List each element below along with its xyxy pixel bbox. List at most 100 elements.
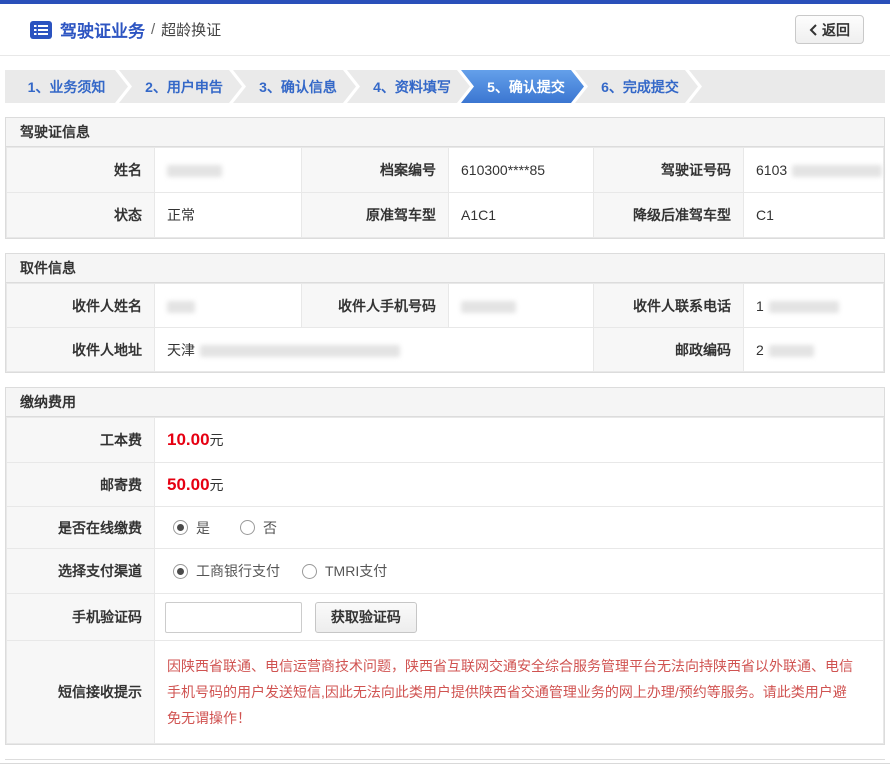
table-row: 收件人地址 天津 邮政编码 2 bbox=[7, 328, 884, 372]
postage-fee-value: 50.00元 bbox=[155, 463, 884, 507]
recipient-mobile-label: 收件人手机号码 bbox=[302, 284, 449, 328]
step-6-finish: 6、完成提交 bbox=[575, 70, 698, 103]
redacted-blur bbox=[200, 345, 400, 357]
section-pickup-info: 取件信息 收件人姓名 收件人手机号码 收件人联系电话 1 收件人地址 天津 邮政… bbox=[5, 253, 885, 373]
table-row: 收件人姓名 收件人手机号码 收件人联系电话 1 bbox=[7, 284, 884, 328]
pay-channel-options: 工商银行支付 TMRI支付 bbox=[155, 549, 884, 594]
postage-fee-amount: 50.00 bbox=[167, 475, 210, 494]
pay-channel-label: 选择支付渠道 bbox=[7, 549, 155, 594]
sms-notice-text: 因陕西省联通、电信运营商技术问题，陕西省互联网交通安全综合服务管理平台无法向持陕… bbox=[167, 647, 871, 737]
cost-fee-value: 10.00元 bbox=[155, 418, 884, 463]
name-label: 姓名 bbox=[7, 148, 155, 193]
down-class-value: C1 bbox=[744, 193, 884, 238]
breadcrumb-current: 超龄换证 bbox=[161, 19, 221, 40]
footer-actions: 上一步 完成 bbox=[0, 760, 890, 769]
table-row: 选择支付渠道 工商银行支付 TMRI支付 bbox=[7, 549, 884, 594]
step-label: 1、业务须知 bbox=[28, 77, 106, 97]
step-label: 4、资料填写 bbox=[373, 77, 451, 97]
channel-icbc-label[interactable]: 工商银行支付 bbox=[196, 561, 280, 581]
online-pay-yes-label[interactable]: 是 bbox=[196, 518, 210, 538]
status-label: 状态 bbox=[7, 193, 155, 238]
table-row: 短信接收提示 因陕西省联通、电信运营商技术问题，陕西省互联网交通安全综合服务管理… bbox=[7, 641, 884, 744]
back-button-label: 返回 bbox=[822, 20, 850, 40]
step-2-declaration: 2、用户申告 bbox=[119, 70, 242, 103]
channel-icbc-radio[interactable] bbox=[173, 564, 188, 579]
step-1-notice: 1、业务须知 bbox=[5, 70, 128, 103]
get-sms-code-button[interactable]: 获取验证码 bbox=[315, 602, 417, 633]
section-title: 驾驶证信息 bbox=[6, 118, 884, 147]
postcode-prefix: 2 bbox=[756, 342, 764, 358]
back-button[interactable]: 返回 bbox=[795, 15, 864, 44]
breadcrumb-separator: / bbox=[151, 21, 155, 38]
step-wizard: 1、业务须知 2、用户申告 3、确认信息 4、资料填写 5、确认提交 6、完成提… bbox=[5, 70, 885, 103]
step-5-confirm-submit: 5、确认提交 bbox=[461, 70, 584, 103]
recipient-name-label: 收件人姓名 bbox=[7, 284, 155, 328]
address-prefix: 天津 bbox=[167, 342, 195, 358]
redacted-blur bbox=[792, 165, 882, 177]
step-3-confirm-info: 3、确认信息 bbox=[233, 70, 356, 103]
table-row: 姓名 档案编号 610300****85 驾驶证号码 6103 bbox=[7, 148, 884, 193]
page-bottom-border bbox=[0, 763, 890, 764]
recipient-name-value bbox=[155, 284, 302, 328]
name-value bbox=[155, 148, 302, 193]
channel-tmri-radio[interactable] bbox=[302, 564, 317, 579]
file-no-label: 档案编号 bbox=[302, 148, 449, 193]
file-no-value: 610300****85 bbox=[449, 148, 594, 193]
page-title: 驾驶证业务 bbox=[60, 17, 145, 42]
online-pay-options: 是 否 bbox=[155, 507, 884, 549]
step-label: 2、用户申告 bbox=[145, 77, 223, 97]
redacted-blur bbox=[167, 165, 222, 177]
redacted-blur bbox=[769, 301, 839, 313]
postcode-value: 2 bbox=[744, 328, 884, 372]
postage-fee-unit: 元 bbox=[210, 477, 224, 493]
step-label: 6、完成提交 bbox=[601, 77, 679, 97]
postage-fee-label: 邮寄费 bbox=[7, 463, 155, 507]
license-info-table: 姓名 档案编号 610300****85 驾驶证号码 6103 状态 正常 原准… bbox=[6, 147, 884, 238]
cost-fee-unit: 元 bbox=[210, 432, 224, 448]
sms-notice-label: 短信接收提示 bbox=[7, 641, 155, 744]
fees-table: 工本费 10.00元 邮寄费 50.00元 是否在线缴费 是 否 bbox=[6, 417, 884, 744]
table-row: 工本费 10.00元 bbox=[7, 418, 884, 463]
online-pay-no-label[interactable]: 否 bbox=[263, 518, 277, 538]
table-row: 邮寄费 50.00元 bbox=[7, 463, 884, 507]
recipient-mobile-value bbox=[449, 284, 594, 328]
license-no-label: 驾驶证号码 bbox=[594, 148, 744, 193]
redacted-blur bbox=[167, 301, 195, 313]
section-license-info: 驾驶证信息 姓名 档案编号 610300****85 驾驶证号码 6103 状态… bbox=[5, 117, 885, 239]
section-title: 取件信息 bbox=[6, 254, 884, 283]
cost-fee-label: 工本费 bbox=[7, 418, 155, 463]
down-class-label: 降级后准驾车型 bbox=[594, 193, 744, 238]
orig-class-label: 原准驾车型 bbox=[302, 193, 449, 238]
redacted-blur bbox=[461, 301, 516, 313]
steps-filler bbox=[689, 70, 885, 103]
orig-class-value: A1C1 bbox=[449, 193, 594, 238]
table-row: 是否在线缴费 是 否 bbox=[7, 507, 884, 549]
step-4-fill-data: 4、资料填写 bbox=[347, 70, 470, 103]
section-title: 缴纳费用 bbox=[6, 388, 884, 417]
page: 驾驶证业务 / 超龄换证 返回 1、业务须知 2、用户申告 3、确认信息 4、资… bbox=[0, 0, 890, 769]
online-pay-no-radio[interactable] bbox=[240, 520, 255, 535]
recipient-phone-value: 1 bbox=[744, 284, 884, 328]
channel-tmri-label[interactable]: TMRI支付 bbox=[325, 561, 387, 581]
recipient-phone-label: 收件人联系电话 bbox=[594, 284, 744, 328]
list-icon bbox=[30, 21, 52, 39]
sms-notice-cell: 因陕西省联通、电信运营商技术问题，陕西省互联网交通安全综合服务管理平台无法向持陕… bbox=[155, 641, 884, 744]
sms-code-cell: 获取验证码 bbox=[155, 594, 884, 641]
page-header: 驾驶证业务 / 超龄换证 返回 bbox=[0, 4, 890, 56]
step-label: 5、确认提交 bbox=[487, 77, 565, 97]
section-fees: 缴纳费用 工本费 10.00元 邮寄费 50.00元 是否在线缴费 是 bbox=[5, 387, 885, 745]
redacted-blur bbox=[769, 345, 814, 357]
online-pay-yes-radio[interactable] bbox=[173, 520, 188, 535]
chevron-left-icon bbox=[809, 24, 817, 36]
postcode-label: 邮政编码 bbox=[594, 328, 744, 372]
license-no-prefix: 6103 bbox=[756, 162, 787, 178]
sms-code-label: 手机验证码 bbox=[7, 594, 155, 641]
address-value: 天津 bbox=[155, 328, 594, 372]
address-label: 收件人地址 bbox=[7, 328, 155, 372]
table-row: 状态 正常 原准驾车型 A1C1 降级后准驾车型 C1 bbox=[7, 193, 884, 238]
phone-prefix: 1 bbox=[756, 298, 764, 314]
pickup-info-table: 收件人姓名 收件人手机号码 收件人联系电话 1 收件人地址 天津 邮政编码 2 bbox=[6, 283, 884, 372]
status-value: 正常 bbox=[155, 193, 302, 238]
online-pay-label: 是否在线缴费 bbox=[7, 507, 155, 549]
sms-code-input[interactable] bbox=[165, 602, 302, 633]
